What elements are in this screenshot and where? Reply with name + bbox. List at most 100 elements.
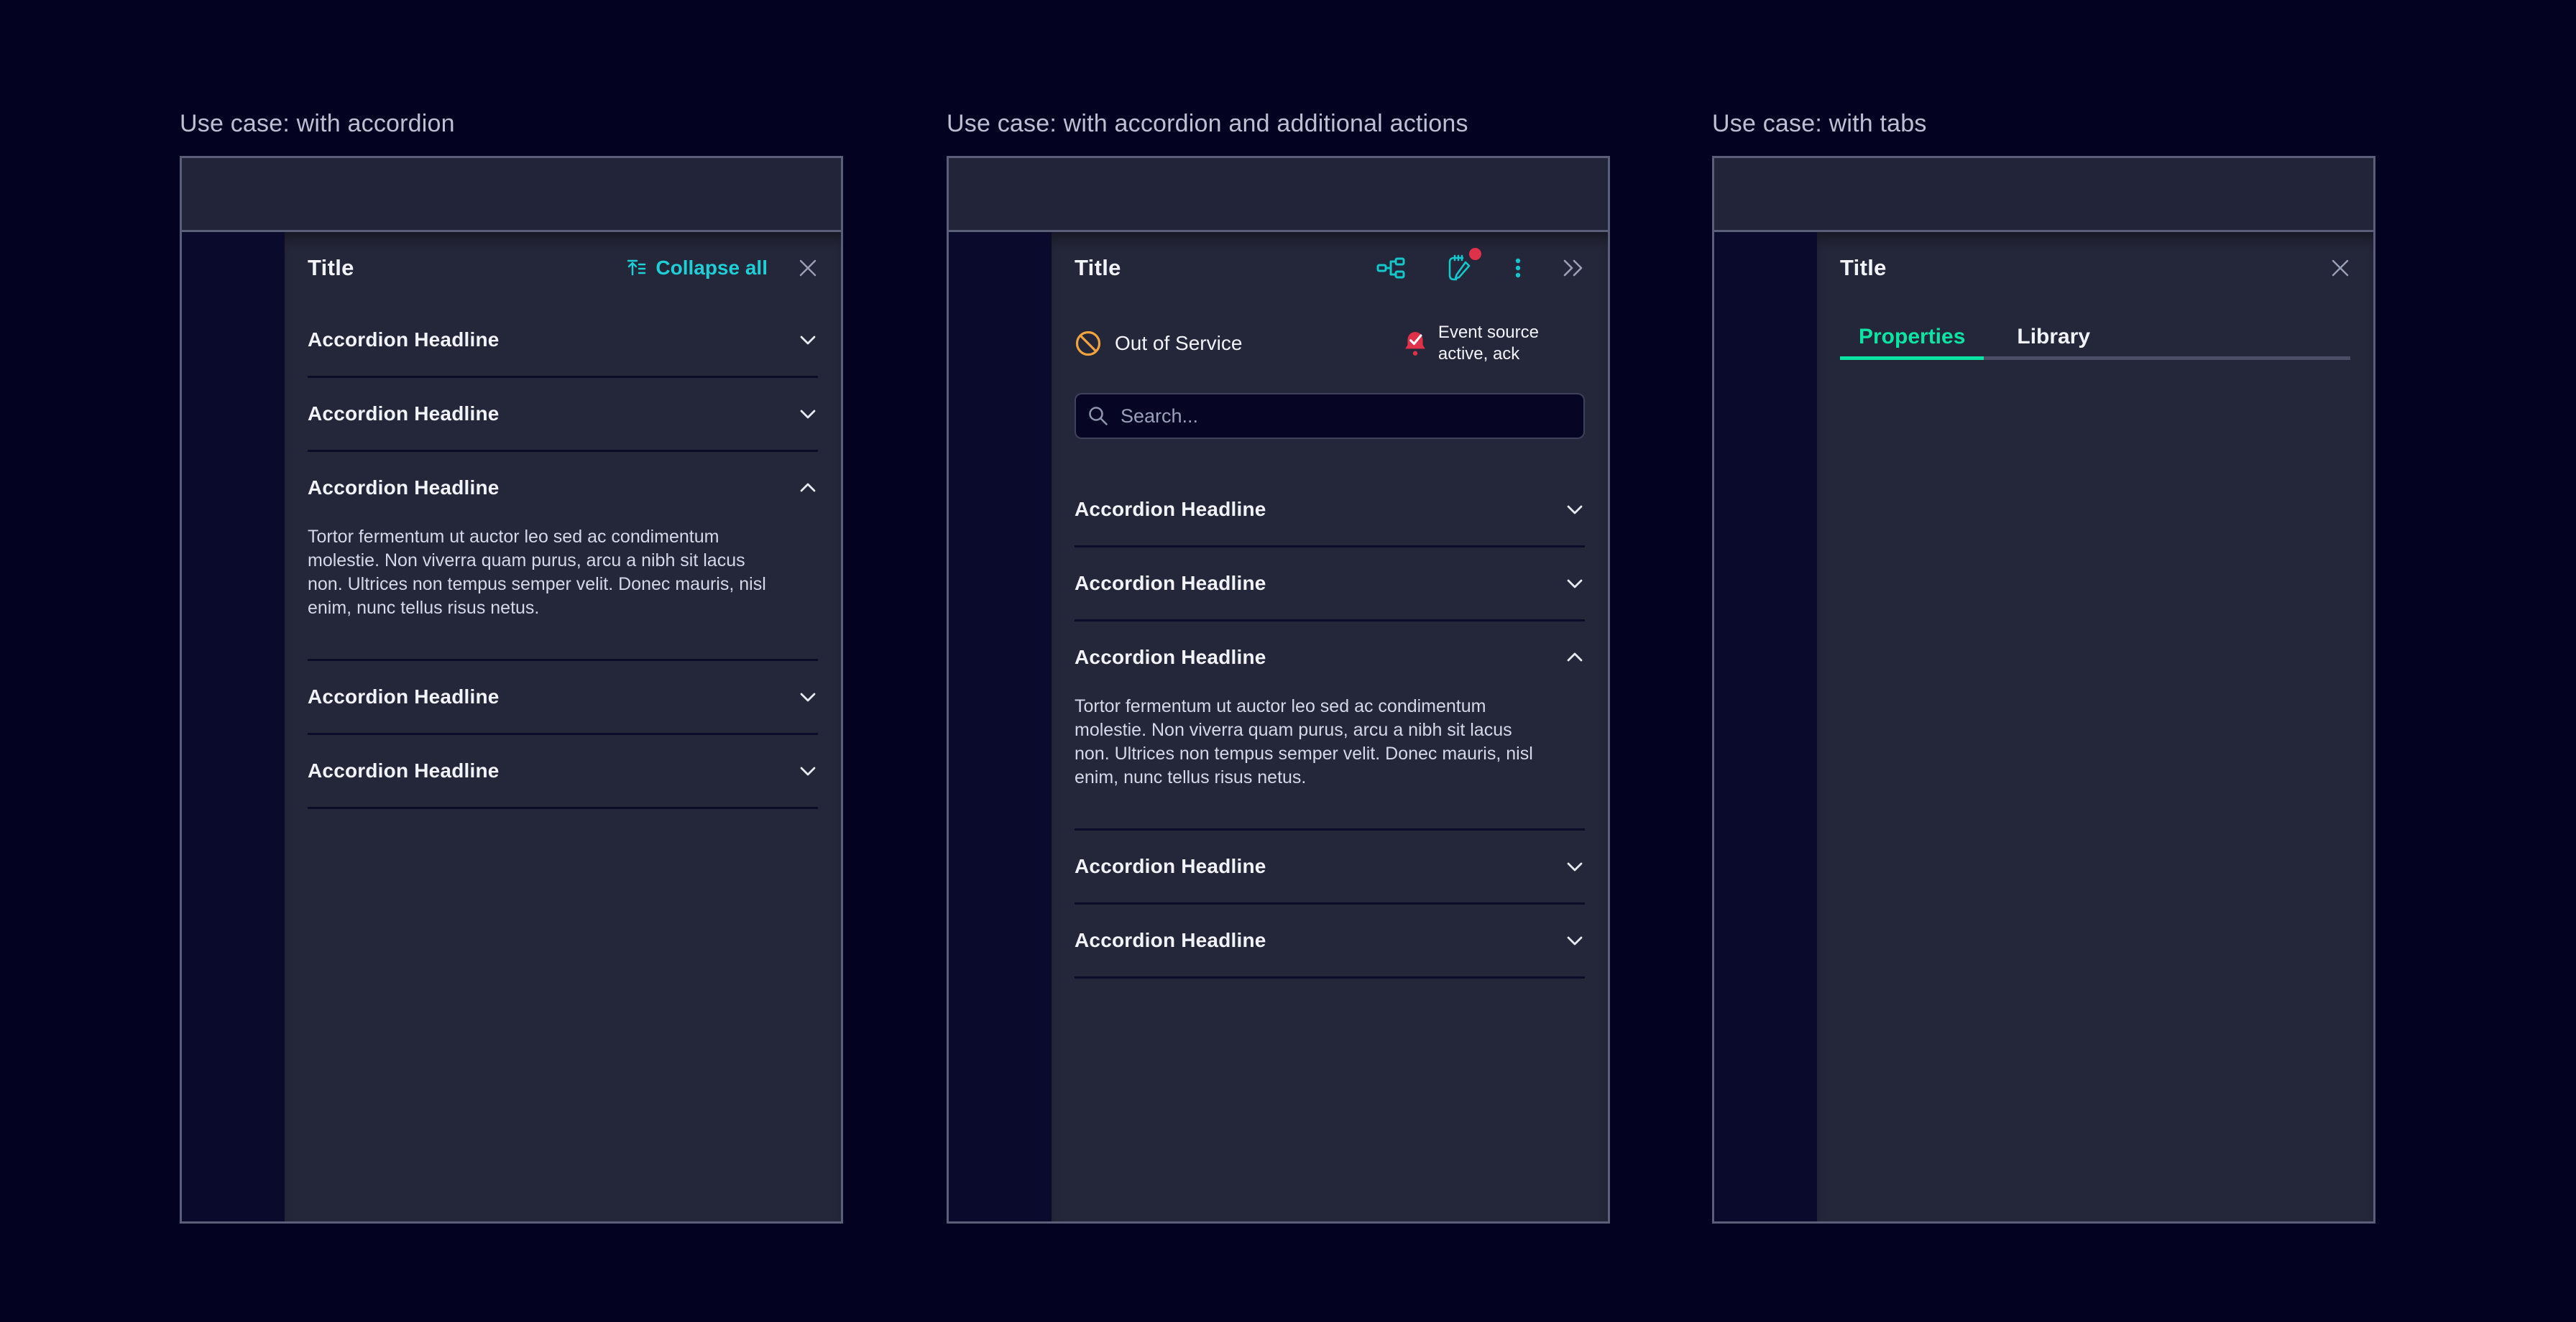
page-backdrop [182, 232, 285, 1221]
accordion-header[interactable]: Accordion Headline [1075, 547, 1585, 619]
tab-label: Properties [1859, 325, 1965, 349]
app-mock-frame: Title [947, 156, 1610, 1224]
status-row: Out of Service Event source active, ack [1075, 305, 1585, 382]
usecase-with-accordion-actions: Use case: with accordion and additional … [947, 108, 1610, 1224]
search-input[interactable] [1075, 393, 1585, 439]
accordion-headline: Accordion Headline [1075, 646, 1266, 669]
tab-label: Library [2017, 325, 2090, 349]
chevron-up-icon [798, 478, 818, 498]
tab-bar: Properties Library [1840, 314, 2350, 360]
tab-properties[interactable]: Properties [1840, 314, 1984, 360]
usecase-label: Use case: with accordion [180, 108, 843, 139]
collapse-all-label: Collapse all [656, 256, 768, 279]
status-event-source-label: Event source active, ack [1438, 322, 1539, 365]
side-panel: Title Properties Library [1817, 232, 2373, 1221]
accordion-headline: Accordion Headline [1075, 855, 1266, 878]
chevron-down-icon [1565, 856, 1585, 877]
page-backdrop [949, 232, 1052, 1221]
usecase-with-accordion: Use case: with accordion Title Collapse … [180, 108, 843, 1224]
edit-note-icon [1445, 254, 1474, 282]
blocked-circle-icon [1075, 330, 1102, 357]
accordion-header[interactable]: Accordion Headline [1075, 621, 1585, 693]
alarm-bell-check-icon [1402, 330, 1428, 357]
accordion-headline: Accordion Headline [1075, 498, 1266, 521]
close-panel-button[interactable] [798, 258, 818, 278]
panel-header: Title Collapse all [308, 232, 818, 304]
collapse-all-icon [625, 257, 647, 279]
accordion-item: Accordion Headline [308, 304, 818, 378]
accordion-header[interactable]: Accordion Headline [1075, 905, 1585, 976]
panel-actions [1376, 254, 1585, 282]
accordion-item: Accordion Headline [308, 735, 818, 809]
accordion-headline: Accordion Headline [308, 476, 500, 499]
chevron-down-icon [1565, 499, 1585, 519]
app-header-placeholder [182, 158, 841, 232]
accordion-header[interactable]: Accordion Headline [308, 735, 818, 807]
accordion-headline: Accordion Headline [308, 402, 500, 425]
accordion-headline: Accordion Headline [1075, 572, 1266, 595]
accordion-item: Accordion Headline [308, 378, 818, 452]
accordion-body: Tortor fermentum ut auctor leo sed ac co… [1075, 693, 1543, 828]
accordion-headline: Accordion Headline [308, 685, 500, 708]
accordion-item: Accordion Headline [1075, 473, 1585, 547]
accordion-item: Accordion Headline [1075, 547, 1585, 621]
collapse-all-button[interactable]: Collapse all [625, 256, 768, 279]
close-icon [798, 258, 818, 278]
search-icon [1087, 405, 1109, 427]
accordion-header[interactable]: Accordion Headline [308, 452, 818, 524]
accordion-list: Accordion Headline Accordion Headline Ac… [308, 304, 818, 809]
chevron-down-icon [798, 687, 818, 707]
accordion-header[interactable]: Accordion Headline [1075, 831, 1585, 902]
panel-header: Title [1075, 232, 1585, 304]
usecase-label: Use case: with tabs [1712, 108, 2375, 139]
chevron-down-icon [1565, 573, 1585, 593]
kebab-menu-button[interactable] [1514, 256, 1522, 279]
status-out-of-service-label: Out of Service [1115, 332, 1242, 355]
accordion-headline: Accordion Headline [1075, 929, 1266, 952]
accordion-header[interactable]: Accordion Headline [308, 378, 818, 450]
panel-title: Title [308, 255, 354, 281]
app-header-placeholder [949, 158, 1608, 232]
chevron-up-icon [1565, 647, 1585, 667]
page-backdrop [1714, 232, 1817, 1221]
chevron-down-icon [798, 330, 818, 350]
mock-body: Title Properties Library [1714, 232, 2373, 1221]
usecase-label: Use case: with accordion and additional … [947, 108, 1610, 139]
search-bar [1075, 393, 1585, 439]
chevron-down-icon [1565, 930, 1585, 951]
accordion-item: Accordion Headline [1075, 905, 1585, 979]
accordion-item: Accordion Headline Tortor fermentum ut a… [1075, 621, 1585, 831]
panel-header: Title [1840, 232, 2350, 304]
panel-title: Title [1840, 255, 1887, 281]
collapse-panel-button[interactable] [1562, 258, 1585, 278]
close-panel-button[interactable] [2330, 258, 2350, 278]
usecase-with-tabs: Use case: with tabs Title Properties Libr… [1712, 108, 2375, 1224]
accordion-header[interactable]: Accordion Headline [308, 661, 818, 733]
status-event-source: Event source active, ack [1402, 322, 1539, 365]
accordion-body: Tortor fermentum ut auctor leo sed ac co… [308, 524, 776, 659]
double-chevron-right-icon [1562, 258, 1585, 278]
app-header-placeholder [1714, 158, 2373, 232]
kebab-menu-icon [1514, 256, 1522, 279]
app-mock-frame: Title Collapse all [180, 156, 843, 1224]
side-panel: Title [1052, 232, 1608, 1221]
chevron-down-icon [798, 404, 818, 424]
side-panel: Title Collapse all [285, 232, 841, 1221]
accordion-headline: Accordion Headline [308, 328, 500, 351]
close-icon [2330, 258, 2350, 278]
status-out-of-service: Out of Service [1075, 330, 1242, 357]
app-mock-frame: Title Properties Library [1712, 156, 2375, 1224]
accordion-item: Accordion Headline [308, 661, 818, 735]
accordion-item: Accordion Headline Tortor fermentum ut a… [308, 452, 818, 661]
mock-body: Title [949, 232, 1608, 1221]
accordion-header[interactable]: Accordion Headline [308, 304, 818, 376]
tab-library[interactable]: Library [1998, 314, 2109, 360]
notification-dot [1469, 248, 1481, 260]
tree-structure-button[interactable] [1376, 257, 1405, 279]
tree-structure-icon [1376, 257, 1405, 279]
edit-note-button[interactable] [1445, 254, 1474, 282]
accordion-header[interactable]: Accordion Headline [1075, 473, 1585, 545]
panel-title: Title [1075, 255, 1121, 281]
accordion-list: Accordion Headline Accordion Headline Ac… [1075, 473, 1585, 979]
mock-body: Title Collapse all [182, 232, 841, 1221]
